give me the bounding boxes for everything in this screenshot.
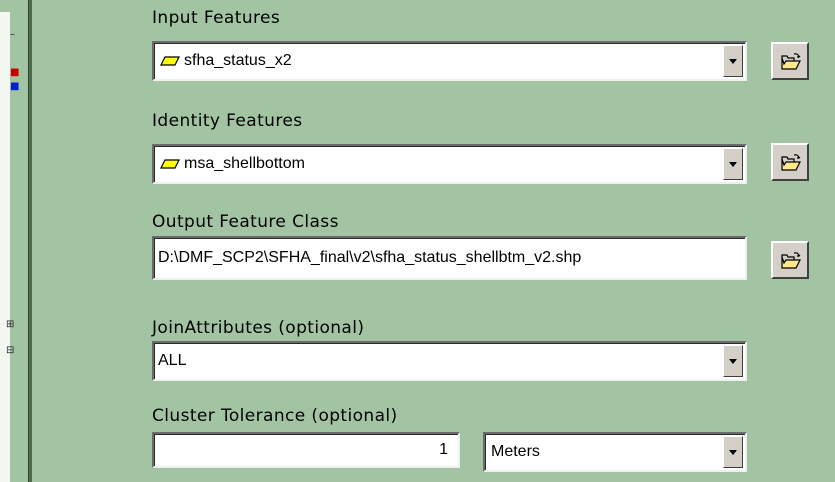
join-attributes-value: ALL xyxy=(158,352,187,369)
cluster-tolerance-input[interactable]: 1 xyxy=(152,432,460,468)
polygon-layer-icon xyxy=(160,56,180,66)
input-features-dropdown-button[interactable] xyxy=(723,45,743,77)
open-folder-icon xyxy=(781,252,801,269)
open-folder-icon xyxy=(781,154,801,171)
input-features-browse-button[interactable] xyxy=(771,42,809,80)
output-feature-class-browse-button[interactable] xyxy=(771,241,809,279)
toolbar-fragment-icon: ■ xyxy=(10,67,20,78)
identity-features-dropdown-button[interactable] xyxy=(723,148,743,180)
expand-plus-icon[interactable]: ⊞ xyxy=(6,320,14,330)
input-features-combobox[interactable]: sfha_status_x2 xyxy=(152,41,747,81)
cluster-tolerance-units-value: Meters xyxy=(491,443,540,460)
identity-features-label: Identity Features xyxy=(152,111,303,131)
input-features-value: sfha_status_x2 xyxy=(184,52,292,69)
join-attributes-select[interactable]: ALL xyxy=(152,341,747,381)
join-attributes-dropdown-button[interactable] xyxy=(723,345,743,377)
toolbar-fragment-icon-2: ■ xyxy=(10,81,20,92)
output-feature-class-value: D:\DMF_SCP2\SFHA_final\v2\sfha_status_sh… xyxy=(158,249,582,266)
join-attributes-label: JoinAttributes (optional) xyxy=(152,318,365,338)
identity-features-browse-button[interactable] xyxy=(771,143,809,181)
output-feature-class-label: Output Feature Class xyxy=(152,212,339,232)
cluster-tolerance-label: Cluster Tolerance (optional) xyxy=(152,406,398,426)
cluster-tolerance-value: 1 xyxy=(439,441,448,458)
identity-features-combobox[interactable]: msa_shellbottom xyxy=(152,144,747,184)
input-features-label: Input Features xyxy=(152,8,281,28)
open-folder-icon xyxy=(781,53,801,70)
cluster-tolerance-units-select[interactable]: Meters xyxy=(483,432,747,472)
cluster-tolerance-units-dropdown-button[interactable] xyxy=(723,436,743,468)
left-panel-edge: – ■ ■ ⊞ ⊟ xyxy=(0,0,26,482)
panel-splitter[interactable] xyxy=(28,0,32,482)
output-feature-class-input[interactable]: D:\DMF_SCP2\SFHA_final\v2\sfha_status_sh… xyxy=(152,236,747,280)
collapse-minus-icon[interactable]: ⊟ xyxy=(6,346,14,356)
identity-features-value: msa_shellbottom xyxy=(184,155,305,172)
polygon-layer-icon xyxy=(160,159,180,169)
collapse-mark-icon: – xyxy=(10,29,15,40)
left-panel-area xyxy=(0,12,10,482)
